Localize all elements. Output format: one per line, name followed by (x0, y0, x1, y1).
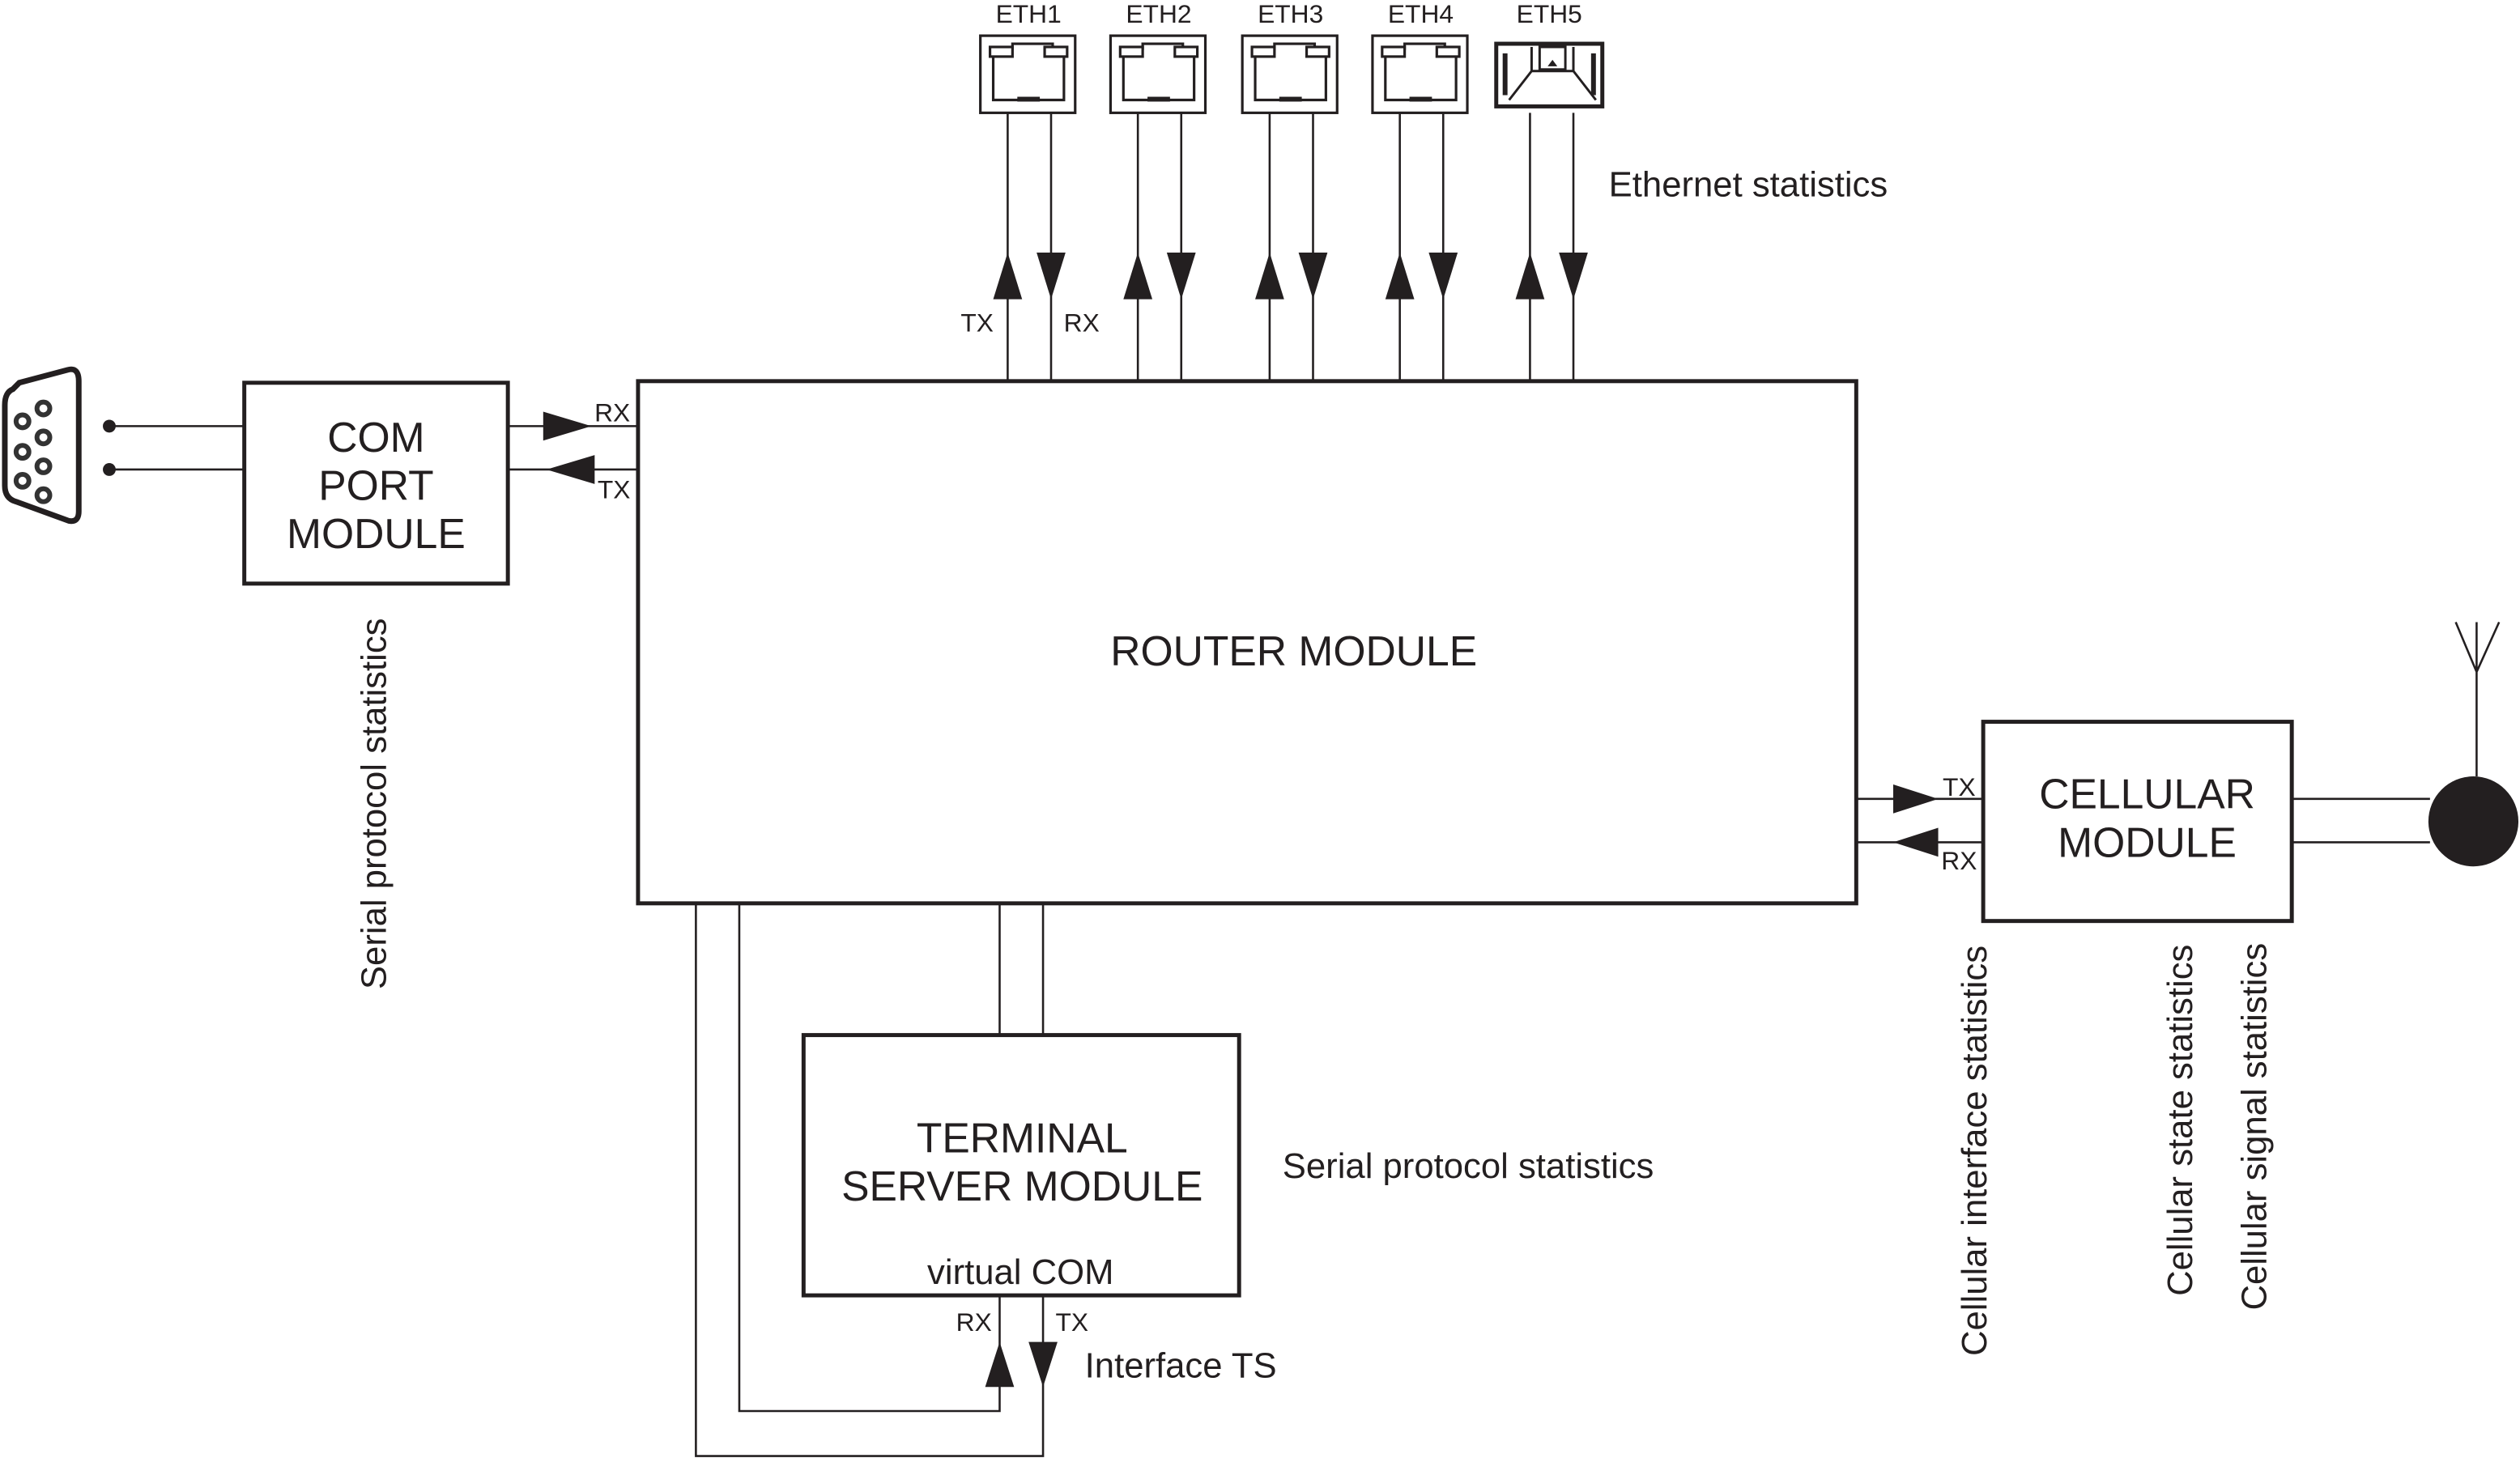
cellular-rx-label: RX (1941, 846, 1977, 875)
com-rx-label: RX (594, 397, 630, 427)
router-module-label: ROUTER MODULE (1110, 627, 1477, 674)
rj45-icon (1371, 34, 1469, 114)
ts-serial-statistics-label: Serial protocol statistics (1283, 1146, 1654, 1186)
eth-port-1: ETH1 (979, 0, 1077, 381)
eth-port-3: ETH3 (1241, 0, 1339, 381)
module-diagram: ETH1 ETH2 ETH3 ETH4 ETH5 Ethernet statistics… (2, 0, 2519, 1457)
eth1-tx-label: TX (960, 308, 994, 337)
eth-port-label: ETH5 (1517, 0, 1582, 28)
cellular-label-line: MODULE (2058, 818, 2237, 865)
eth-port-label: ETH1 (996, 0, 1062, 28)
cellular-rx-arrow (1892, 827, 1939, 857)
rx-arrow (1428, 253, 1458, 300)
db9-connector-icon (2, 366, 82, 525)
com-port-label-line: COM (327, 414, 424, 461)
cellular-signal-statistics-label: Cellular signal statistics (2234, 943, 2274, 1311)
rx-arrow (543, 411, 592, 441)
rx-arrow (1166, 253, 1196, 300)
tx-arrow (993, 253, 1023, 300)
sfp-icon (1494, 41, 1605, 108)
com-port-label-line: MODULE (287, 510, 466, 557)
ts-rx-arrow (985, 1341, 1015, 1388)
ts-tx-label: TX (1056, 1307, 1089, 1337)
eth-port-label: ETH3 (1258, 0, 1323, 28)
eth1-rx-label: RX (1064, 308, 1100, 337)
eth-port-label: ETH4 (1388, 0, 1454, 28)
tx-arrow (1123, 253, 1153, 300)
eth-port-4: ETH4 (1371, 0, 1469, 381)
rx-arrow (1037, 253, 1066, 300)
virtual-com-label: virtual COM (927, 1252, 1113, 1292)
antenna-icon (2428, 621, 2519, 867)
cellular-tx-arrow (1892, 784, 1939, 814)
tx-arrow (1515, 253, 1545, 300)
tx-arrow (1255, 253, 1284, 300)
com-tx-label: TX (598, 475, 631, 504)
ts-tx-arrow (1028, 1341, 1058, 1388)
eth-port-2: ETH2 (1109, 0, 1207, 381)
com-serial-statistics-label: Serial protocol statistics (354, 618, 394, 990)
terminal-server-label-line: TERMINAL (917, 1114, 1128, 1161)
interface-ts-label: Interface TS (1085, 1345, 1277, 1385)
cellular-interface-statistics-label: Cellular interface statistics (1955, 946, 1994, 1356)
rj45-icon (1241, 34, 1339, 114)
eth-port-5: ETH5 (1494, 0, 1605, 381)
rj45-icon (1109, 34, 1207, 114)
eth-port-label: ETH2 (1126, 0, 1191, 28)
terminal-server-label-line: SERVER MODULE (841, 1163, 1203, 1209)
cellular-state-statistics-label: Cellular state statistics (2160, 945, 2200, 1296)
cellular-label-line: CELLULAR (2039, 771, 2255, 818)
ts-rx-label: RX (956, 1307, 992, 1337)
tx-arrow (1385, 253, 1415, 300)
cellular-tx-label: TX (1943, 772, 1976, 801)
rj45-icon (979, 34, 1077, 114)
rx-arrow (1559, 253, 1588, 300)
rx-arrow (1298, 253, 1328, 300)
ethernet-statistics-label: Ethernet statistics (1609, 165, 1888, 205)
tx-arrow (546, 455, 595, 484)
com-port-label-line: PORT (318, 462, 433, 509)
